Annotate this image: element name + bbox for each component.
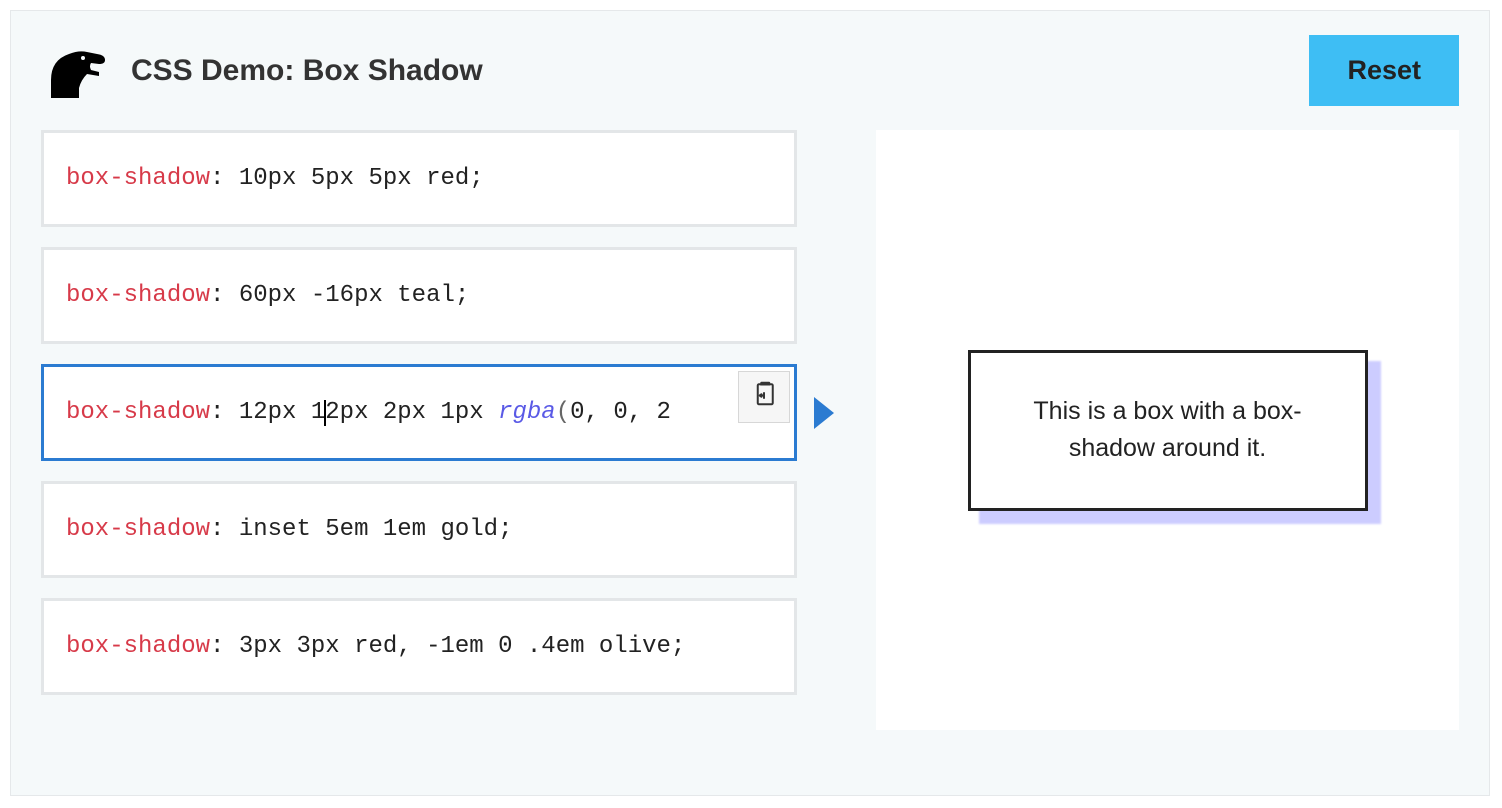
css-value: 60px -16px teal (239, 282, 455, 309)
css-property: box-shadow (66, 633, 210, 660)
dino-logo (41, 40, 111, 102)
code-row: box-shadow: 3px 3px red, -1em 0 .4em oli… (41, 598, 836, 695)
css-value: 3px 3px red, -1em 0 .4em olive (239, 633, 671, 660)
code-example-2[interactable]: box-shadow: 60px -16px teal; (41, 247, 797, 344)
copy-to-clipboard-button[interactable] (738, 371, 790, 423)
css-value: 10px 5px 5px red (239, 165, 469, 192)
demo-box: This is a box with a box-shadow around i… (968, 350, 1368, 511)
css-property: box-shadow (66, 399, 210, 426)
code-row: box-shadow: 12px 12px 2px 1px rgba(0, 0,… (41, 364, 836, 461)
demo-container: CSS Demo: Box Shadow Reset box-shadow: 1… (10, 10, 1490, 796)
css-property: box-shadow (66, 516, 210, 543)
code-row: box-shadow: 10px 5px 5px red; (41, 130, 836, 227)
page-title: CSS Demo: Box Shadow (131, 54, 483, 88)
code-example-1[interactable]: box-shadow: 10px 5px 5px red; (41, 130, 797, 227)
css-value: inset 5em 1em gold (239, 516, 498, 543)
code-example-4[interactable]: box-shadow: inset 5em 1em gold; (41, 481, 797, 578)
css-property: box-shadow (66, 282, 210, 309)
code-row: box-shadow: 60px -16px teal; (41, 247, 836, 344)
arrow-right-icon (814, 397, 834, 429)
code-examples-column: box-shadow: 10px 5px 5px red; box-shadow… (41, 130, 836, 730)
code-row: box-shadow: inset 5em 1em gold; (41, 481, 836, 578)
code-example-5[interactable]: box-shadow: 3px 3px red, -1em 0 .4em oli… (41, 598, 797, 695)
css-value-part: 12px 12px 2px 1px (239, 399, 498, 426)
clipboard-icon (749, 378, 779, 416)
preview-panel: This is a box with a box-shadow around i… (876, 130, 1459, 730)
css-property: box-shadow (66, 165, 210, 192)
arrow-slot (812, 397, 836, 429)
content: box-shadow: 10px 5px 5px red; box-shadow… (41, 130, 1459, 730)
css-function: rgba (498, 399, 556, 426)
reset-button[interactable]: Reset (1309, 35, 1459, 106)
header-left: CSS Demo: Box Shadow (41, 40, 483, 102)
text-caret (324, 400, 326, 426)
code-example-3-selected[interactable]: box-shadow: 12px 12px 2px 1px rgba(0, 0,… (41, 364, 797, 461)
header: CSS Demo: Box Shadow Reset (41, 35, 1459, 106)
